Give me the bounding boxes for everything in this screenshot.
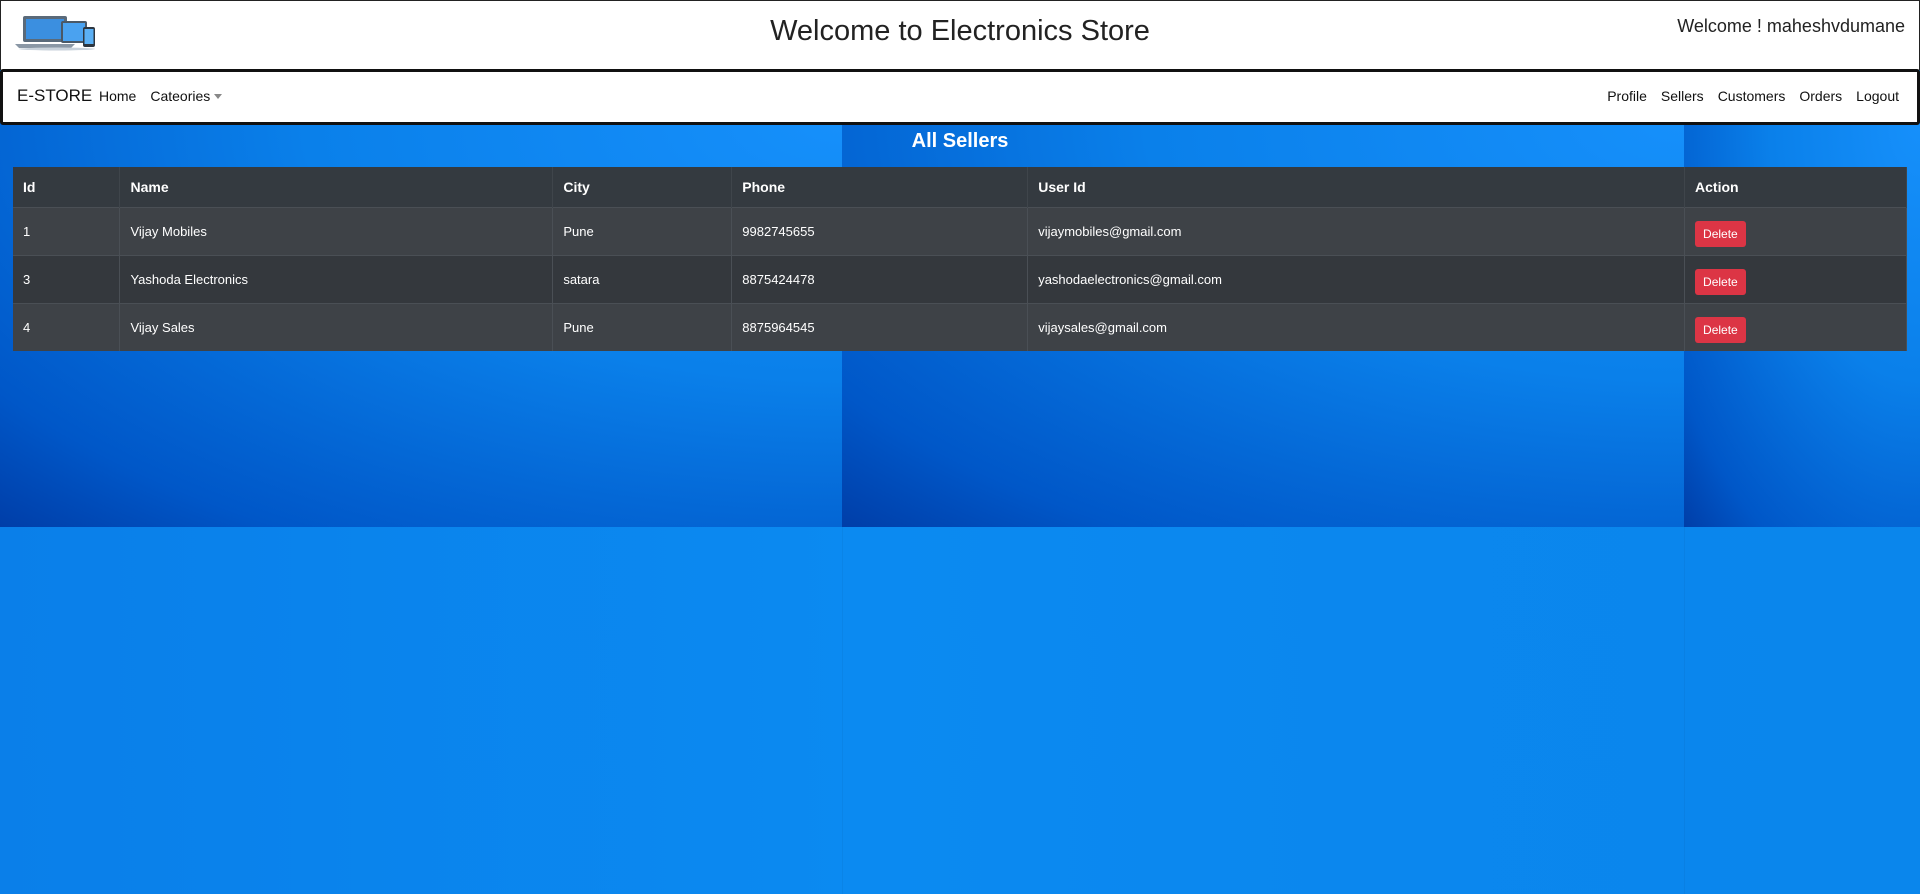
column-header-user-id: User Id xyxy=(1027,167,1686,208)
nav-categories-dropdown[interactable]: Cateories xyxy=(150,88,223,104)
column-header-name: Name xyxy=(119,167,554,208)
nav-left-group: Home Cateories xyxy=(99,88,223,104)
main-navbar: E-STORE Home Cateories Profile Sellers C… xyxy=(0,69,1920,125)
brand-link[interactable]: E-STORE xyxy=(17,86,92,106)
column-header-phone: Phone xyxy=(731,167,1029,208)
delete-button[interactable]: Delete xyxy=(1695,268,1746,295)
delete-button[interactable]: Delete xyxy=(1695,220,1746,247)
nav-customers[interactable]: Customers xyxy=(1718,88,1786,104)
site-title: Welcome to Electronics Store xyxy=(770,15,1150,47)
column-header-id: Id xyxy=(13,167,121,208)
background-seam xyxy=(1684,527,1685,894)
column-header-action: Action xyxy=(1684,167,1907,208)
nav-orders[interactable]: Orders xyxy=(1799,88,1842,104)
table-row: 4 Vijay Sales Pune 8875964545 vijaysales… xyxy=(13,303,1907,351)
cell-user-id: vijaysales@gmail.com xyxy=(1027,303,1686,351)
nav-profile[interactable]: Profile xyxy=(1607,88,1647,104)
cell-name: Vijay Mobiles xyxy=(119,207,554,256)
nav-categories-label: Cateories xyxy=(150,88,211,104)
cell-id: 1 xyxy=(13,207,121,256)
cell-user-id: yashodaelectronics@gmail.com xyxy=(1027,255,1686,304)
cell-name: Yashoda Electronics xyxy=(119,255,554,304)
site-header: Welcome to Electronics Store Welcome ! m… xyxy=(0,0,1920,70)
sellers-table: Id Name City Phone User Id Action 1 Vija… xyxy=(13,167,1907,351)
cell-id: 3 xyxy=(13,255,121,304)
table-header-row: Id Name City Phone User Id Action xyxy=(13,167,1907,208)
welcome-user-text: Welcome ! maheshvdumane xyxy=(1677,16,1905,36)
cell-action: Delete xyxy=(1684,255,1907,304)
table-row: 3 Yashoda Electronics satara 8875424478 … xyxy=(13,255,1907,304)
cell-name: Vijay Sales xyxy=(119,303,554,351)
cell-city: satara xyxy=(552,255,733,304)
nav-home[interactable]: Home xyxy=(99,88,136,104)
column-header-city: City xyxy=(552,167,733,208)
background-lower xyxy=(0,527,1920,894)
cell-phone: 8875964545 xyxy=(731,303,1029,351)
delete-button[interactable]: Delete xyxy=(1695,316,1746,343)
cell-action: Delete xyxy=(1684,303,1907,351)
nav-right-group: Profile Sellers Customers Orders Logout xyxy=(1607,88,1899,104)
page-heading: All Sellers xyxy=(911,130,1009,152)
cell-phone: 9982745655 xyxy=(731,207,1029,256)
cell-phone: 8875424478 xyxy=(731,255,1029,304)
cell-city: Pune xyxy=(552,207,733,256)
cell-action: Delete xyxy=(1684,207,1907,256)
cell-user-id: vijaymobiles@gmail.com xyxy=(1027,207,1686,256)
cell-id: 4 xyxy=(13,303,121,351)
table-row: 1 Vijay Mobiles Pune 9982745655 vijaymob… xyxy=(13,207,1907,256)
nav-logout[interactable]: Logout xyxy=(1856,88,1899,104)
cell-city: Pune xyxy=(552,303,733,351)
background-seam xyxy=(842,527,843,894)
nav-sellers[interactable]: Sellers xyxy=(1661,88,1704,104)
caret-down-icon xyxy=(214,94,223,99)
